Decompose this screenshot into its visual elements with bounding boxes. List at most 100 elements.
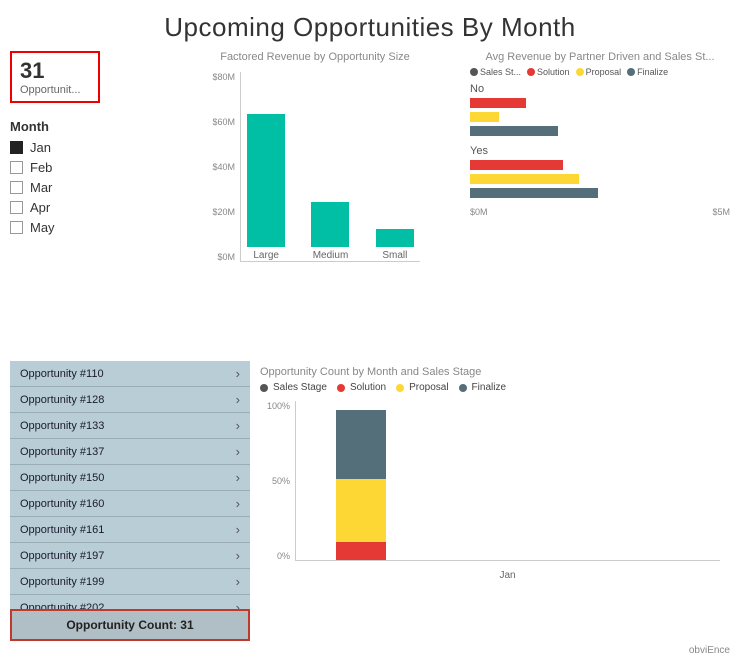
top-section: 31 Opportunit... Month Jan Feb Mar Apr May F… xyxy=(0,51,740,361)
factored-revenue-title: Factored Revenue by Opportunity Size xyxy=(170,51,460,63)
bar-col: Large xyxy=(241,114,291,261)
filter-checkbox[interactable] xyxy=(10,201,23,214)
list-item[interactable]: Opportunity #199 › xyxy=(10,569,250,595)
filter-item-feb[interactable]: Feb xyxy=(10,160,170,175)
filter-checkbox[interactable] xyxy=(10,161,23,174)
hbar-legend: Sales St... Solution Proposal Finalize xyxy=(470,67,730,77)
bar-rect xyxy=(376,229,414,247)
hbar-row xyxy=(470,173,730,185)
page-title: Upcoming Opportunities By Month xyxy=(0,0,740,51)
bar-col-label: Large xyxy=(253,250,279,261)
list-item-label: Opportunity #197 xyxy=(20,550,104,562)
legend-dot xyxy=(396,384,404,392)
stacked-legend-item: Solution xyxy=(337,382,386,393)
filter-checkbox[interactable] xyxy=(10,181,23,194)
filter-item-label: Feb xyxy=(30,160,52,175)
list-item-label: Opportunity #199 xyxy=(20,576,104,588)
list-item[interactable]: Opportunity #150› xyxy=(10,465,250,491)
filter-item-mar[interactable]: Mar xyxy=(10,180,170,195)
hbar-segment xyxy=(470,160,563,170)
stacked-segment xyxy=(336,479,386,542)
bar-chart-inner: Large Medium Small xyxy=(240,72,420,262)
kpi-number: 31 xyxy=(20,58,90,84)
filter-label: Month xyxy=(10,119,170,134)
stacked-bar-wrapper: 100%50%0% Jan xyxy=(260,401,720,581)
legend-label: Sales Stage xyxy=(273,382,327,393)
hbar-segment xyxy=(470,174,579,184)
bar-col: Small xyxy=(370,229,420,261)
stacked-segment xyxy=(336,410,386,479)
stacked-legend: Sales Stage Solution Proposal Finalize xyxy=(260,382,720,393)
stacked-legend-item: Finalize xyxy=(459,382,506,393)
list-chevron-icon: › xyxy=(236,548,240,563)
hbar-row xyxy=(470,111,730,123)
legend-label: Proposal xyxy=(586,67,622,77)
avg-revenue-chart: Avg Revenue by Partner Driven and Sales … xyxy=(470,51,730,361)
legend-dot xyxy=(627,68,635,76)
stacked-legend-item: Sales Stage xyxy=(260,382,327,393)
legend-item: Proposal xyxy=(576,67,622,77)
stacked-bars xyxy=(295,401,720,561)
list-item[interactable]: Opportunity #110› xyxy=(10,361,250,387)
stacked-y-axis: 100%50%0% xyxy=(260,401,293,561)
list-item[interactable]: Opportunity #128› xyxy=(10,387,250,413)
x-axis-hbar: $0M$5M xyxy=(470,207,730,217)
list-item[interactable]: Opportunity #197 › xyxy=(10,543,250,569)
y-axis-labels: $80M$60M$40M$20M$0M xyxy=(205,72,238,262)
list-item-label: Opportunity #150 xyxy=(20,472,104,484)
list-item-label: Opportunity #160 xyxy=(20,498,104,510)
legend-label: Solution xyxy=(537,67,570,77)
list-footer: Opportunity Count: 31 xyxy=(10,609,250,641)
list-chevron-icon: › xyxy=(236,574,240,589)
filter-item-label: May xyxy=(30,220,55,235)
filter-item-jan[interactable]: Jan xyxy=(10,140,170,155)
legend-dot xyxy=(337,384,345,392)
hbar-segment xyxy=(470,98,526,108)
legend-item: Sales St... xyxy=(470,67,521,77)
list-chevron-icon: › xyxy=(236,496,240,511)
stacked-chart-area: Opportunity Count by Month and Sales Sta… xyxy=(250,361,730,641)
hbar-groups: NoYes xyxy=(470,83,730,199)
list-item-label: Opportunity #137 xyxy=(20,446,104,458)
avg-revenue-title: Avg Revenue by Partner Driven and Sales … xyxy=(470,51,730,63)
filter-checkbox[interactable] xyxy=(10,141,23,154)
legend-dot xyxy=(470,68,478,76)
stacked-segment xyxy=(336,542,386,560)
filter-checkbox[interactable] xyxy=(10,221,23,234)
charts-right: Factored Revenue by Opportunity Size $80… xyxy=(170,51,730,361)
list-chevron-icon: › xyxy=(236,366,240,381)
hbar-group-label: Yes xyxy=(470,145,730,157)
legend-label: Finalize xyxy=(637,67,668,77)
list-item[interactable]: Opportunity #137 › xyxy=(10,439,250,465)
hbar-row xyxy=(470,187,730,199)
bar-rect xyxy=(247,114,285,247)
hbar-group: Yes xyxy=(470,145,730,199)
filter-item-apr[interactable]: Apr xyxy=(10,200,170,215)
list-chevron-icon: › xyxy=(236,522,240,537)
legend-dot xyxy=(459,384,467,392)
bar-col-label: Medium xyxy=(313,250,349,261)
filter-item-label: Mar xyxy=(30,180,52,195)
left-panel: 31 Opportunit... Month Jan Feb Mar Apr May xyxy=(10,51,170,361)
legend-label: Solution xyxy=(350,382,386,393)
bar-rect xyxy=(311,202,349,247)
list-chevron-icon: › xyxy=(236,392,240,407)
filter-item-may[interactable]: May xyxy=(10,220,170,235)
list-item[interactable]: Opportunity #160 › xyxy=(10,491,250,517)
legend-label: Sales St... xyxy=(480,67,521,77)
bar-chart-area: $80M$60M$40M$20M$0M Large Medium Small xyxy=(205,67,425,287)
legend-item: Solution xyxy=(527,67,570,77)
stacked-legend-item: Proposal xyxy=(396,382,448,393)
filter-item-label: Apr xyxy=(30,200,50,215)
legend-dot xyxy=(576,68,584,76)
list-chevron-icon: › xyxy=(236,444,240,459)
list-item-label: Opportunity #161 xyxy=(20,524,104,536)
list-item[interactable]: Opportunity #133› xyxy=(10,413,250,439)
factored-revenue-chart: Factored Revenue by Opportunity Size $80… xyxy=(170,51,460,361)
legend-label: Proposal xyxy=(409,382,448,393)
stacked-chart-title: Opportunity Count by Month and Sales Sta… xyxy=(260,366,720,378)
legend-dot xyxy=(527,68,535,76)
filter-items: Jan Feb Mar Apr May xyxy=(10,140,170,235)
kpi-label: Opportunit... xyxy=(20,84,90,96)
list-item[interactable]: Opportunity #161 › xyxy=(10,517,250,543)
